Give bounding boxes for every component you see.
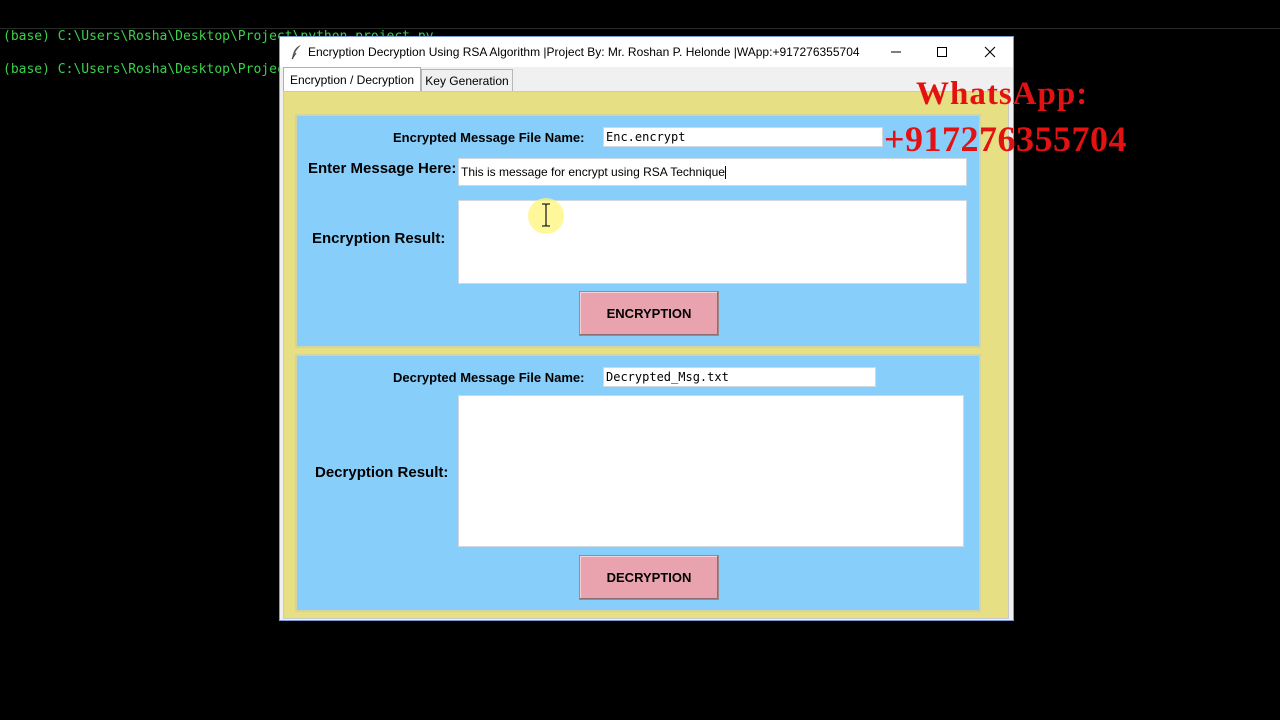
decrypted-file-name-label: Decrypted Message File Name: [393,370,585,385]
tab-content: Encrypted Message File Name: Enc.encrypt… [283,91,1009,619]
ibeam-cursor-icon [542,203,550,227]
close-button[interactable] [967,37,1013,67]
message-input-text: This is message for encrypt using RSA Te… [461,165,725,179]
encryption-button[interactable]: ENCRYPTION [579,291,719,336]
message-input[interactable]: This is message for encrypt using RSA Te… [458,158,967,186]
encryption-result-label: Encryption Result: [312,230,446,247]
tab-key-generation[interactable]: Key Generation [421,69,513,91]
maximize-button[interactable] [919,37,965,67]
title-bar[interactable]: Encryption Decryption Using RSA Algorith… [280,37,1013,67]
text-caret [724,166,726,180]
tab-encryption-decryption[interactable]: Encryption / Decryption [283,67,421,91]
minimize-icon [891,51,901,53]
terminal-top-strip [0,0,1280,29]
encrypted-file-name-input[interactable]: Enc.encrypt [603,127,883,147]
decryption-result-label: Decryption Result: [315,464,449,481]
window-title: Encryption Decryption Using RSA Algorith… [308,45,860,59]
decryption-frame: Decrypted Message File Name: Decrypted_M… [295,354,981,612]
decrypted-file-name-input[interactable]: Decrypted_Msg.txt [603,367,876,387]
feather-icon [286,37,308,67]
terminal-line: (base) C:\Users\Rosha\Desktop\Project> [3,62,301,77]
decryption-button[interactable]: DECRYPTION [579,555,719,600]
whatsapp-label: WhatsApp: [916,76,1089,112]
encrypted-file-name-label: Encrypted Message File Name: [393,130,585,145]
message-label: Enter Message Here: [308,160,457,177]
encryption-frame: Encrypted Message File Name: Enc.encrypt… [295,114,981,348]
decryption-result-text[interactable] [458,395,964,547]
maximize-icon [937,47,947,57]
tab-bar: Encryption / Decryption Key Generation [280,67,1013,91]
minimize-button[interactable] [873,37,919,67]
close-icon [984,46,996,58]
whatsapp-phone: +917276355704 [884,119,1128,159]
